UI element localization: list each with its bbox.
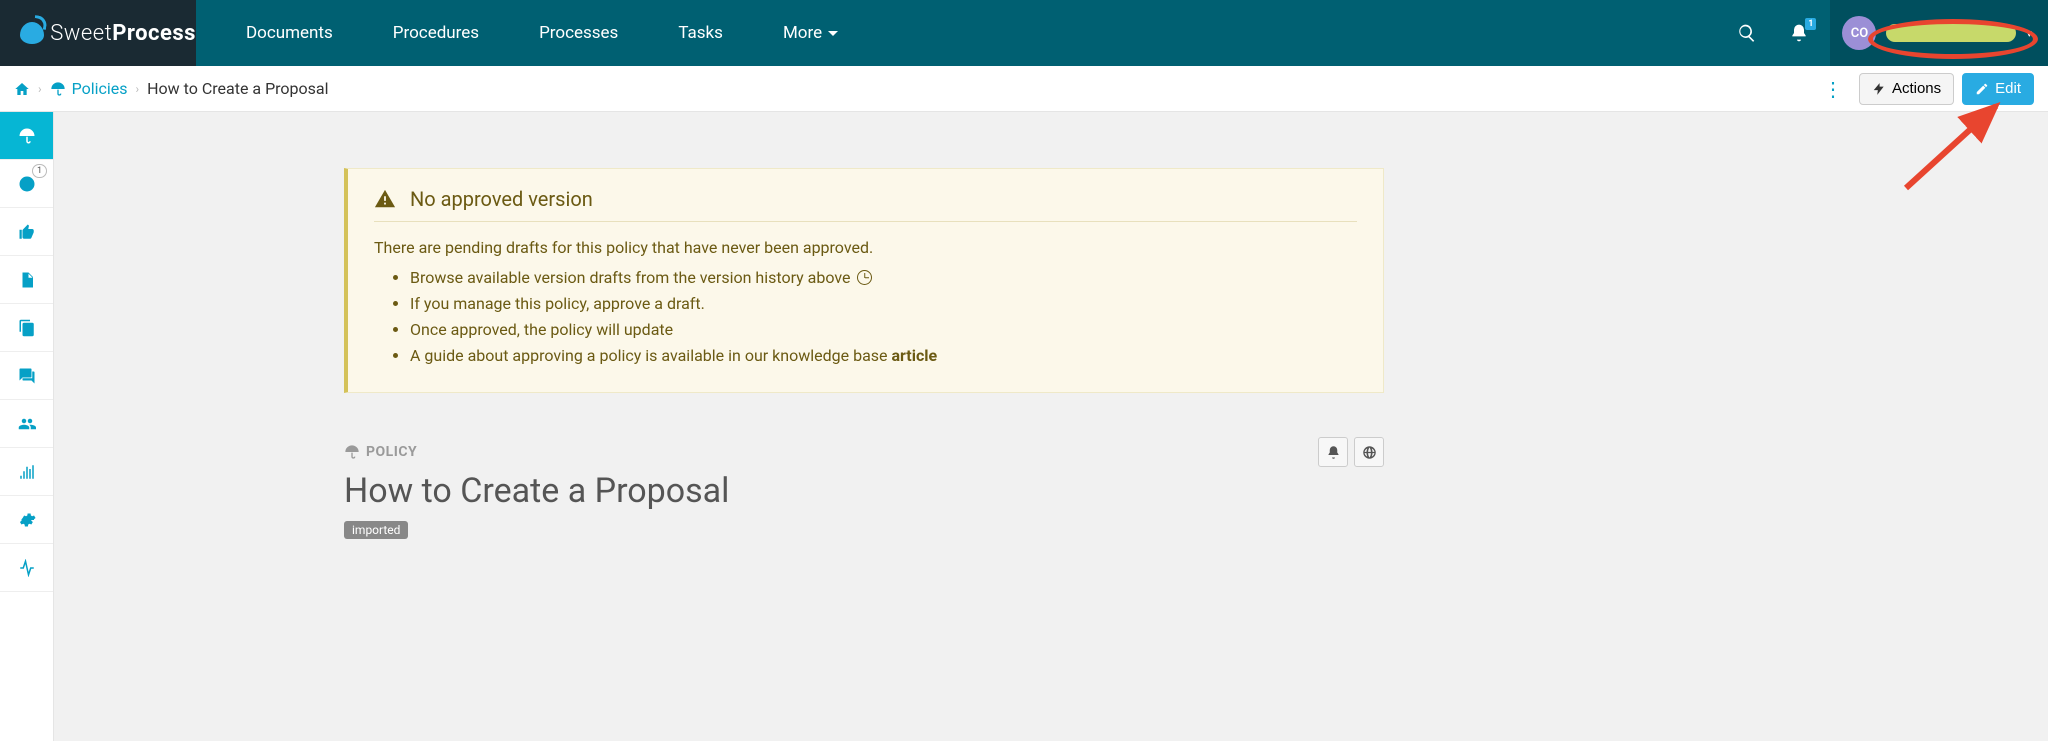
primary-nav: Documents Procedures Processes Tasks Mor… (196, 0, 1728, 66)
alert-bullet: If you manage this policy, approve a dra… (410, 292, 1357, 316)
bolt-icon (1872, 82, 1886, 96)
top-navbar: SweetProcess Documents Procedures Proces… (0, 0, 2048, 66)
document-header: POLICY How to Create a Proposal imported (344, 437, 1384, 539)
search-button[interactable] (1728, 14, 1766, 52)
chevron-down-icon (828, 31, 838, 36)
notifications-button[interactable]: 1 (1780, 14, 1818, 52)
logo-text: SweetProcess (50, 21, 196, 46)
activity-icon (18, 559, 36, 577)
document-title: How to Create a Proposal (344, 471, 1384, 511)
visibility-button[interactable] (1354, 437, 1384, 467)
file-icon (18, 271, 36, 289)
notify-button[interactable] (1318, 437, 1348, 467)
nav-procedures[interactable]: Procedures (363, 0, 509, 66)
umbrella-icon (50, 81, 66, 97)
alert-bullet: Once approved, the policy will update (410, 318, 1357, 342)
sidebar-item-activity[interactable] (0, 544, 53, 592)
breadcrumb-separator: › (136, 82, 140, 96)
umbrella-icon (344, 444, 360, 460)
sidebar-history-badge: 1 (32, 164, 47, 178)
document-tag: imported (344, 521, 408, 539)
page-actions: ⋮ Actions Edit (1815, 73, 2034, 105)
edit-button[interactable]: Edit (1962, 73, 2034, 105)
umbrella-icon (18, 127, 36, 145)
nav-tasks[interactable]: Tasks (648, 0, 753, 66)
alert-intro: There are pending drafts for this policy… (374, 236, 1357, 260)
copy-icon (18, 319, 36, 337)
breadcrumb: › Policies › How to Create a Proposal (14, 79, 329, 98)
search-icon (1737, 23, 1757, 43)
alert-title: No approved version (410, 187, 593, 211)
breadcrumb-bar: › Policies › How to Create a Proposal ⋮ … (0, 66, 2048, 112)
thumbs-up-icon (18, 223, 36, 241)
globe-icon (1362, 445, 1377, 460)
alert-bullet: Browse available version drafts from the… (410, 266, 1357, 290)
user-menu[interactable]: CO ▾ (1830, 0, 2048, 66)
clock-icon (18, 175, 36, 193)
sidebar-item-team[interactable] (0, 400, 53, 448)
nav-more[interactable]: More (753, 0, 868, 66)
gear-icon (18, 511, 36, 529)
alert-article-link[interactable]: article (891, 346, 937, 365)
sidebar-item-file[interactable] (0, 256, 53, 304)
warning-icon (374, 188, 396, 210)
logo[interactable]: SweetProcess (0, 0, 196, 66)
page-layout: 1 No appro (0, 112, 2048, 741)
comments-icon (18, 367, 36, 385)
sidebar-item-history[interactable]: 1 (0, 160, 53, 208)
sidebar-item-approve[interactable] (0, 208, 53, 256)
actions-button[interactable]: Actions (1859, 73, 1954, 105)
nav-right: 1 (1728, 0, 1830, 66)
breadcrumb-home[interactable] (14, 81, 30, 97)
edit-icon (1975, 82, 1989, 96)
sidebar-item-policy[interactable] (0, 112, 53, 160)
breadcrumb-separator: › (38, 82, 42, 96)
home-icon (14, 81, 30, 97)
main-content: No approved version There are pending dr… (54, 112, 2048, 741)
sidebar-item-copy[interactable] (0, 304, 53, 352)
breadcrumb-policies[interactable]: Policies (50, 79, 128, 98)
avatar: CO (1842, 16, 1876, 50)
chevron-down-icon: ▾ (2026, 27, 2032, 40)
nav-processes[interactable]: Processes (509, 0, 648, 66)
sidebar-item-comments[interactable] (0, 352, 53, 400)
clock-icon (857, 270, 872, 285)
notification-count-badge: 1 (1805, 18, 1816, 30)
no-approved-version-alert: No approved version There are pending dr… (344, 168, 1384, 393)
nav-documents[interactable]: Documents (216, 0, 363, 66)
more-options-button[interactable]: ⋮ (1815, 73, 1851, 105)
chart-icon (18, 463, 36, 481)
user-name-redacted (1886, 24, 2016, 42)
sidebar-item-stats[interactable] (0, 448, 53, 496)
users-icon (18, 415, 36, 433)
breadcrumb-current: How to Create a Proposal (147, 79, 328, 98)
logo-icon (20, 22, 44, 44)
sidebar-item-settings[interactable] (0, 496, 53, 544)
document-type-label: POLICY (344, 444, 417, 460)
alert-bullet: A guide about approving a policy is avai… (410, 344, 1357, 368)
left-sidebar: 1 (0, 112, 54, 741)
bell-icon (1326, 445, 1341, 460)
